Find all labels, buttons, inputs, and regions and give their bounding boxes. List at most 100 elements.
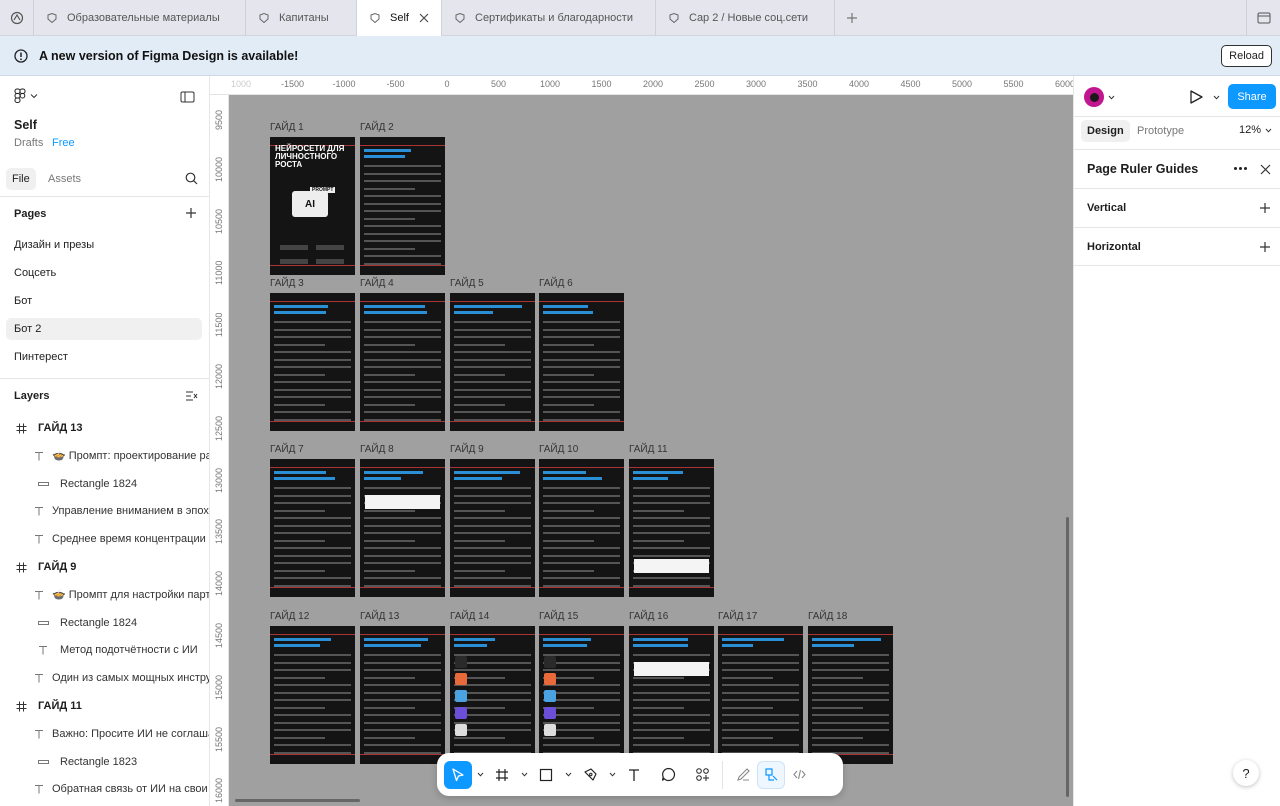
canvas[interactable]: ГАЙД 1 НЕЙРОСЕТИ ДЛЯ ЛИЧНОСТНОГО РОСТА AI P… <box>229 95 1073 806</box>
guide-frame[interactable] <box>629 459 714 597</box>
plus-icon[interactable] <box>1259 241 1271 253</box>
new-tab-button[interactable] <box>835 0 869 35</box>
guide-frame[interactable] <box>360 626 445 764</box>
layer-item[interactable]: 🍲 Промпт: проектирование раб <box>0 444 209 468</box>
page-item[interactable]: Дизайн и презы <box>6 234 202 256</box>
page-item[interactable]: Бот <box>6 290 202 312</box>
tab-design[interactable]: Design <box>1081 120 1130 142</box>
dev-mode-button[interactable] <box>785 761 813 789</box>
pen-tool[interactable] <box>576 761 604 789</box>
layer-item[interactable]: Один из самых мощных инстру <box>0 666 209 690</box>
guide-frame[interactable] <box>360 459 445 597</box>
tab-4[interactable]: Cap 2 / Новые соц.сети <box>656 0 835 36</box>
layer-item[interactable]: 🍲 Промпт для настройки партн <box>0 583 209 607</box>
frame-label[interactable]: ГАЙД 14 <box>450 611 489 622</box>
guide-frame[interactable] <box>270 626 355 764</box>
shape-tool-menu[interactable] <box>560 772 576 777</box>
layer-item[interactable]: Rectangle 1824 <box>0 611 209 635</box>
guide-frame[interactable] <box>539 459 624 597</box>
chevron-down-icon[interactable] <box>1213 95 1220 100</box>
guide-frame[interactable] <box>718 626 803 764</box>
guide-frame[interactable] <box>539 626 624 764</box>
plus-icon[interactable] <box>1259 202 1271 214</box>
draw-mode-button[interactable] <box>729 761 757 789</box>
frame-label[interactable]: ГАЙД 9 <box>450 444 484 455</box>
layer-item[interactable]: Среднее время концентрации с <box>0 527 209 551</box>
frame-label[interactable]: ГАЙД 6 <box>539 278 573 289</box>
add-page-button[interactable] <box>185 207 197 222</box>
layer-item[interactable]: Важно: Просите ИИ не соглашат <box>0 722 209 746</box>
text-tool[interactable] <box>620 761 648 789</box>
layer-item[interactable]: Управление вниманием в эпоху <box>0 499 209 523</box>
guide-frame[interactable] <box>450 293 535 431</box>
file-name[interactable]: Self <box>14 118 37 132</box>
frame-label[interactable]: ГАЙД 10 <box>539 444 578 455</box>
layer-frame[interactable]: ГАЙД 11 <box>0 694 209 718</box>
frame-label[interactable]: ГАЙД 1 <box>270 122 304 133</box>
pen-tool-menu[interactable] <box>604 772 620 777</box>
guide-frame[interactable] <box>360 293 445 431</box>
more-options-button[interactable] <box>1234 167 1247 170</box>
frame-label[interactable]: ГАЙД 8 <box>360 444 394 455</box>
sidebar-toggle-button[interactable] <box>1246 0 1280 36</box>
frame-tool-menu[interactable] <box>516 772 532 777</box>
frame-label[interactable]: ГАЙД 5 <box>450 278 484 289</box>
chevron-down-icon[interactable] <box>1108 95 1115 100</box>
guide-frame[interactable] <box>450 459 535 597</box>
help-button[interactable]: ? <box>1233 760 1259 786</box>
design-mode-button[interactable] <box>757 760 785 789</box>
ruler-horizontal[interactable]: 1000 -1500 -1000 -500 0 500 1000 1500 2000 2500 30… <box>210 76 1073 95</box>
guide-frame[interactable] <box>270 293 355 431</box>
search-button[interactable] <box>185 172 198 188</box>
plan-badge[interactable]: Free <box>52 137 75 149</box>
guide-frame[interactable] <box>629 626 714 764</box>
frame-label[interactable]: ГАЙД 11 <box>629 444 668 455</box>
comment-tool[interactable] <box>654 761 682 789</box>
reload-button[interactable]: Reload <box>1221 45 1272 67</box>
frame-label[interactable]: ГАЙД 2 <box>360 122 394 133</box>
ruler-vertical[interactable]: 9500 10000 10500 11000 11500 12000 12500 13000 1… <box>210 95 229 806</box>
page-item[interactable]: Бот 2 <box>6 318 202 340</box>
page-item[interactable]: Соцсеть <box>6 262 202 284</box>
layer-item[interactable]: Обратная связь от ИИ на свои р <box>0 777 209 801</box>
page-item[interactable]: Пинтерест <box>6 346 202 368</box>
tab-assets[interactable]: Assets <box>48 168 81 190</box>
move-tool-menu[interactable] <box>472 772 488 777</box>
frame-label[interactable]: ГАЙД 12 <box>270 611 309 622</box>
rectangle-tool[interactable] <box>532 761 560 789</box>
move-tool[interactable] <box>444 760 472 789</box>
guide-frame[interactable]: НЕЙРОСЕТИ ДЛЯ ЛИЧНОСТНОГО РОСТА AI PROMPT <box>270 137 355 275</box>
guide-frame[interactable] <box>270 459 355 597</box>
frame-tool[interactable] <box>488 761 516 789</box>
layer-frame[interactable]: ГАЙД 13 <box>0 416 209 440</box>
close-tab-icon[interactable] <box>419 13 429 23</box>
frame-label[interactable]: ГАЙД 15 <box>539 611 578 622</box>
actions-tool[interactable] <box>688 761 716 789</box>
figma-home-button[interactable] <box>0 0 34 36</box>
share-button[interactable]: Share <box>1228 84 1276 109</box>
toggle-panel-button[interactable] <box>180 91 195 106</box>
tab-2[interactable]: Self <box>357 0 442 36</box>
frame-label[interactable]: ГАЙД 13 <box>360 611 399 622</box>
guide-frame[interactable] <box>450 626 535 764</box>
close-icon[interactable] <box>1260 164 1271 175</box>
horizontal-scrollbar[interactable] <box>235 799 360 802</box>
file-location[interactable]: Drafts <box>14 137 43 149</box>
frame-label[interactable]: ГАЙД 18 <box>808 611 847 622</box>
avatar[interactable] <box>1084 87 1104 107</box>
layer-frame[interactable]: ГАЙД 9 <box>0 555 209 579</box>
tab-1[interactable]: Капитаны <box>246 0 357 36</box>
frame-label[interactable]: ГАЙД 16 <box>629 611 668 622</box>
main-menu-button[interactable] <box>14 88 38 104</box>
tab-prototype[interactable]: Prototype <box>1131 120 1190 142</box>
tab-0[interactable]: Образовательные материалы <box>34 0 246 36</box>
zoom-dropdown[interactable]: 12% <box>1239 124 1272 136</box>
guide-frame[interactable] <box>360 137 445 275</box>
layers-options-button[interactable] <box>185 390 198 405</box>
tab-file[interactable]: File <box>6 168 36 190</box>
guide-frame[interactable] <box>808 626 893 764</box>
frame-label[interactable]: ГАЙД 4 <box>360 278 394 289</box>
layer-item[interactable]: Метод подотчётности с ИИ <box>0 638 209 662</box>
frame-label[interactable]: ГАЙД 3 <box>270 278 304 289</box>
frame-label[interactable]: ГАЙД 17 <box>718 611 757 622</box>
